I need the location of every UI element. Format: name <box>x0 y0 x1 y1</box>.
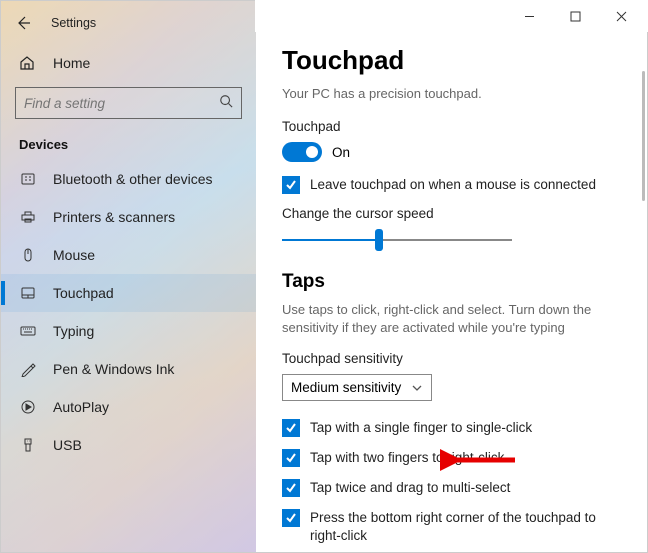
close-button[interactable] <box>598 0 644 32</box>
maximize-button[interactable] <box>552 0 598 32</box>
app-title: Settings <box>51 16 96 30</box>
sidebar-item-usb[interactable]: USB <box>1 426 256 464</box>
sidebar-item-typing[interactable]: Typing <box>1 312 256 350</box>
tap-two-label: Tap with two fingers to right-click <box>310 449 504 467</box>
cursor-speed-label: Change the cursor speed <box>282 206 621 221</box>
bottom-right-checkbox[interactable] <box>282 509 300 527</box>
taps-title: Taps <box>282 271 621 293</box>
tap-drag-label: Tap twice and drag to multi-select <box>310 479 510 497</box>
sidebar-item-printers[interactable]: Printers & scanners <box>1 198 256 236</box>
taps-desc: Use taps to click, right-click and selec… <box>282 301 621 337</box>
search-icon <box>219 94 233 113</box>
section-label: Devices <box>1 129 256 160</box>
back-button[interactable] <box>13 13 33 33</box>
mouse-icon <box>19 247 37 263</box>
search-field[interactable] <box>24 96 219 111</box>
printer-icon <box>19 209 37 225</box>
sidebar-item-touchpad[interactable]: Touchpad <box>1 274 256 312</box>
page-title: Touchpad <box>282 45 621 76</box>
pen-icon <box>19 361 37 377</box>
autoplay-icon <box>19 399 37 415</box>
search-input[interactable] <box>15 87 242 119</box>
nav-label: Printers & scanners <box>53 209 175 225</box>
leave-on-label: Leave touchpad on when a mouse is connec… <box>310 176 596 194</box>
home-label: Home <box>53 55 90 71</box>
page-subtitle: Your PC has a precision touchpad. <box>282 86 621 101</box>
tap-drag-checkbox[interactable] <box>282 479 300 497</box>
tap-single-checkbox[interactable] <box>282 419 300 437</box>
tap-two-checkbox[interactable] <box>282 449 300 467</box>
chevron-down-icon <box>411 382 423 394</box>
tap-single-label: Tap with a single finger to single-click <box>310 419 532 437</box>
nav-label: Mouse <box>53 247 95 263</box>
nav-label: Bluetooth & other devices <box>53 171 213 187</box>
nav-label: USB <box>53 437 82 453</box>
sidebar-item-mouse[interactable]: Mouse <box>1 236 256 274</box>
sidebar-item-autoplay[interactable]: AutoPlay <box>1 388 256 426</box>
sensitivity-value: Medium sensitivity <box>291 380 401 395</box>
nav-label: AutoPlay <box>53 399 109 415</box>
touchpad-toggle[interactable] <box>282 142 322 162</box>
sidebar-item-pen[interactable]: Pen & Windows Ink <box>1 350 256 388</box>
bluetooth-icon <box>19 171 37 187</box>
touchpad-icon <box>19 285 37 301</box>
sensitivity-dropdown[interactable]: Medium sensitivity <box>282 374 432 401</box>
sensitivity-label: Touchpad sensitivity <box>282 351 621 366</box>
nav-label: Touchpad <box>53 285 114 301</box>
sidebar-item-home[interactable]: Home <box>1 45 256 81</box>
cursor-speed-slider[interactable] <box>282 229 512 251</box>
touchpad-label: Touchpad <box>282 119 621 134</box>
nav-label: Pen & Windows Ink <box>53 361 174 377</box>
leave-on-checkbox[interactable] <box>282 176 300 194</box>
slider-thumb[interactable] <box>375 229 383 251</box>
toggle-state: On <box>332 145 350 160</box>
bottom-right-label: Press the bottom right corner of the tou… <box>310 509 621 545</box>
minimize-button[interactable] <box>506 0 552 32</box>
scrollbar[interactable] <box>642 71 645 201</box>
keyboard-icon <box>19 323 37 339</box>
usb-icon <box>19 437 37 453</box>
nav-label: Typing <box>53 323 94 339</box>
home-icon <box>19 55 37 71</box>
sidebar-item-bluetooth[interactable]: Bluetooth & other devices <box>1 160 256 198</box>
